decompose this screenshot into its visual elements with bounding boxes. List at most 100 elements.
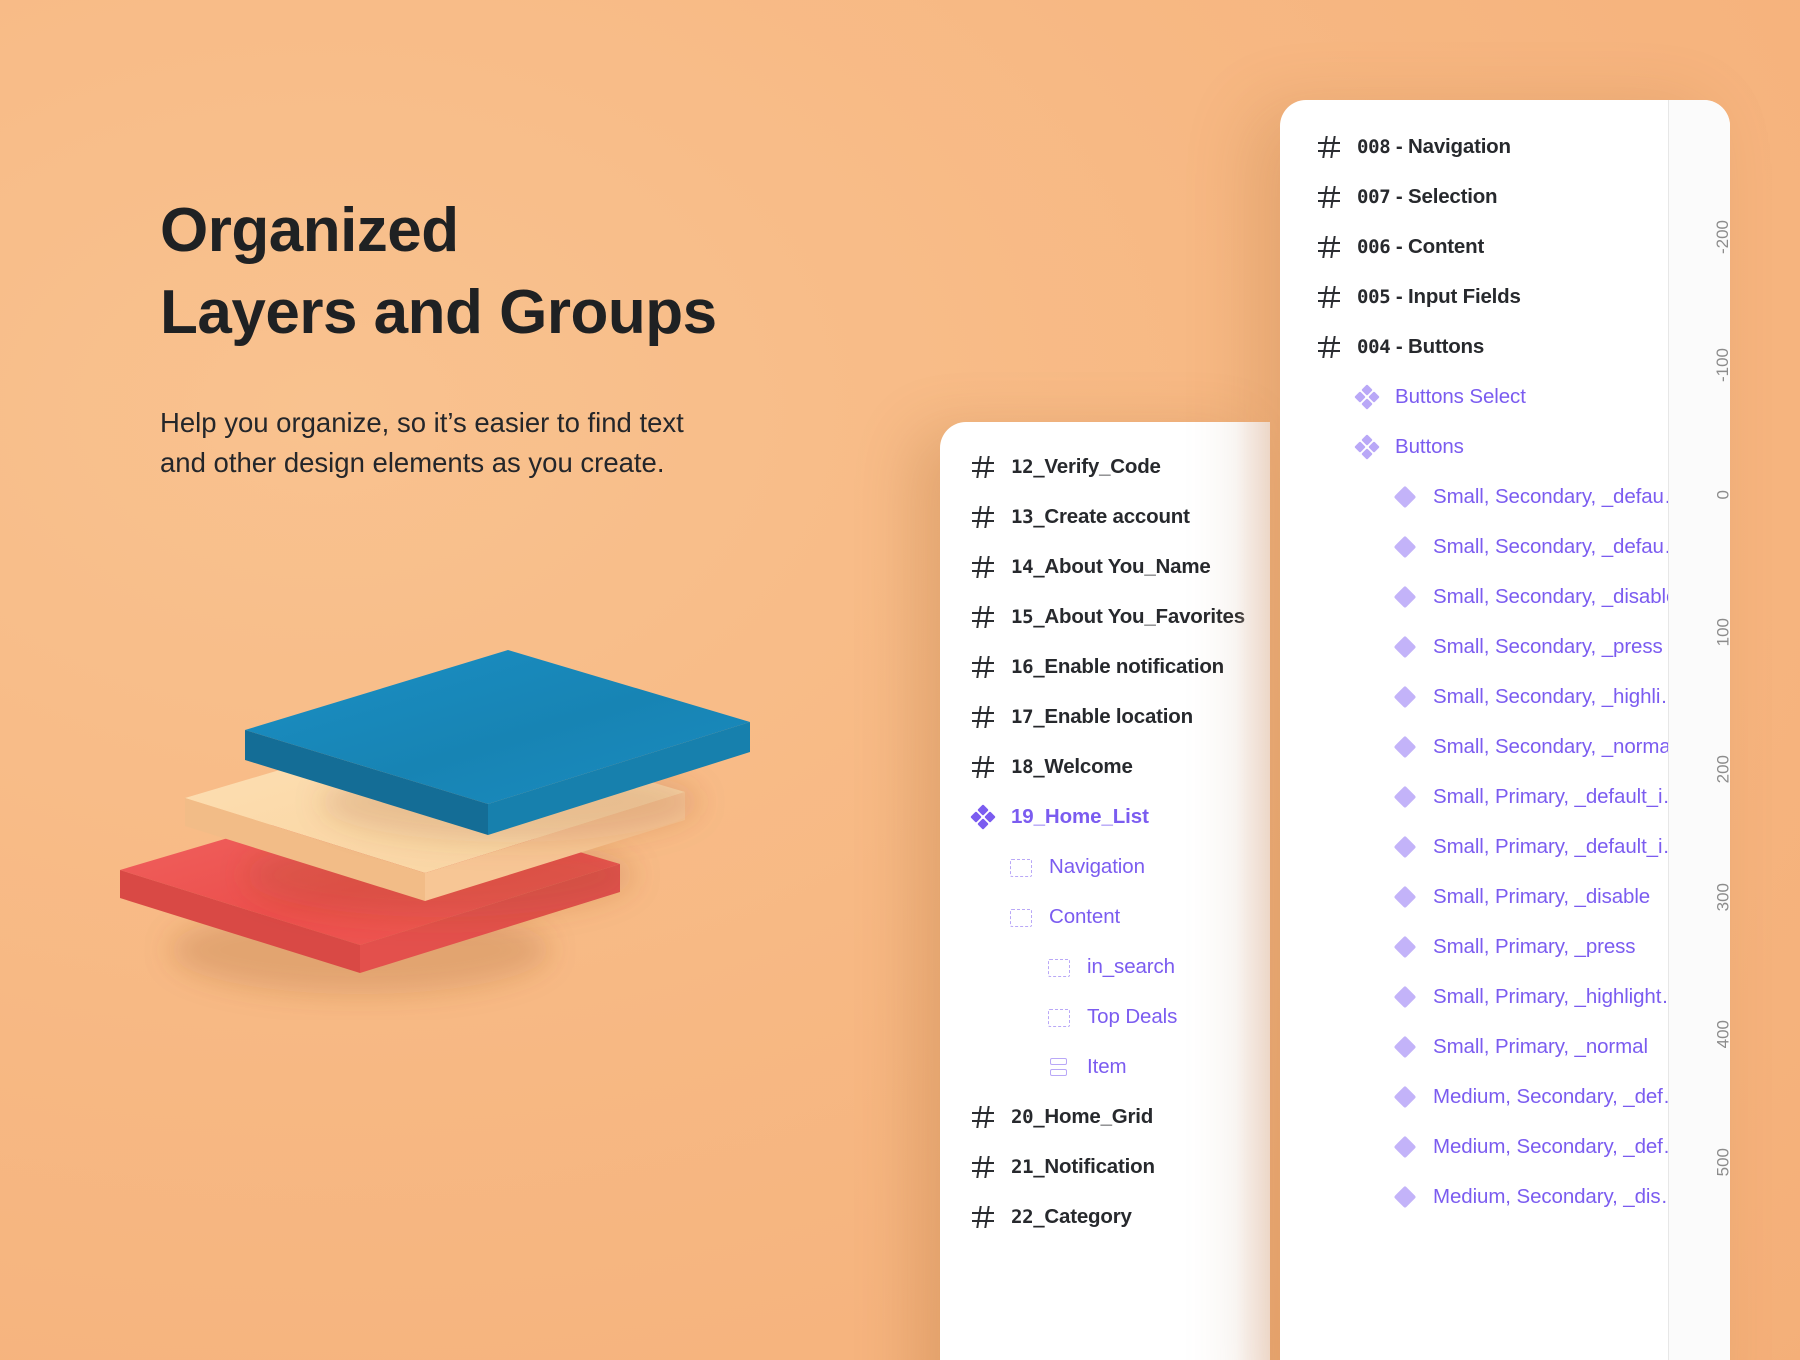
group-dashed-icon — [1048, 1009, 1070, 1027]
screenshot-root: Organized Layers and Groups Help you org… — [0, 0, 1800, 1360]
tree-row-label: Medium, Secondary, _dis… — [1433, 1185, 1681, 1209]
frame-hash-icon — [972, 1106, 994, 1128]
tree-row[interactable]: Small, Primary, _press — [1280, 922, 1730, 972]
component-set-icon — [1356, 436, 1378, 458]
tree-row[interactable]: 20_Home_Grid — [940, 1092, 1270, 1142]
tree-row-label: Small, Primary, _normal — [1433, 1035, 1648, 1059]
tree-row[interactable]: Small, Primary, _highlight… — [1280, 972, 1730, 1022]
frame-hash-icon — [972, 706, 994, 728]
component-instance-icon — [1394, 786, 1416, 808]
tree-row-label: 14_About You_Name — [1011, 555, 1211, 579]
tree-row[interactable]: 21_Notification — [940, 1142, 1270, 1192]
component-instance-icon — [1394, 736, 1416, 758]
frame-hash-icon — [972, 456, 994, 478]
component-instance-icon — [1394, 1136, 1416, 1158]
tree-row[interactable]: Medium, Secondary, _dis… — [1280, 1172, 1730, 1222]
stacked-layers-illustration — [110, 620, 770, 1020]
tree-row[interactable]: Content — [940, 892, 1270, 942]
frame-hash-icon — [972, 556, 994, 578]
ruler-tick: 400 — [1713, 1020, 1730, 1048]
component-instance-icon — [1394, 536, 1416, 558]
ruler-tick: 500 — [1713, 1148, 1730, 1176]
tree-row[interactable]: Small, Secondary, _disable — [1280, 572, 1730, 622]
frame-hash-icon — [972, 1206, 994, 1228]
tree-row-label: 22_Category — [1011, 1205, 1132, 1229]
tree-row-label: 15_About You_Favorites — [1011, 605, 1245, 629]
tree-row[interactable]: Small, Primary, _disable — [1280, 872, 1730, 922]
auto-layout-stack-icon — [1048, 1056, 1070, 1078]
tree-row[interactable]: Small, Secondary, _defau… — [1280, 522, 1730, 572]
tree-row[interactable]: Small, Primary, _default_i… — [1280, 822, 1730, 872]
tree-row[interactable]: 006 - Content — [1280, 222, 1730, 272]
frame-hash-icon — [1318, 286, 1340, 308]
tree-row[interactable]: Buttons Select — [1280, 372, 1730, 422]
page-title: Organized Layers and Groups — [160, 190, 860, 355]
tree-row-label: Medium, Secondary, _def… — [1433, 1135, 1683, 1159]
tree-row[interactable]: Small, Secondary, _defau… — [1280, 472, 1730, 522]
tree-row-label: Small, Secondary, _defau… — [1433, 485, 1684, 509]
tree-row[interactable]: Small, Secondary, _normal — [1280, 722, 1730, 772]
tree-row[interactable]: 18_Welcome — [940, 742, 1270, 792]
tree-row-label: Small, Primary, _highlight… — [1433, 985, 1682, 1009]
tree-row[interactable]: 22_Category — [940, 1192, 1270, 1242]
tree-row-label: Small, Secondary, _press — [1433, 635, 1663, 659]
tree-row[interactable]: in_search — [940, 942, 1270, 992]
component-instance-icon — [1394, 686, 1416, 708]
tree-row[interactable]: 14_About You_Name — [940, 542, 1270, 592]
tree-row[interactable]: 005 - Input Fields — [1280, 272, 1730, 322]
tree-row[interactable]: Small, Primary, _default_i… — [1280, 772, 1730, 822]
hero-section: Organized Layers and Groups Help you org… — [160, 190, 860, 484]
vertical-ruler[interactable]: -200-1000100200300400500 — [1668, 100, 1730, 1360]
ruler-tick: 300 — [1713, 883, 1730, 911]
tree-row[interactable]: Medium, Secondary, _def… — [1280, 1072, 1730, 1122]
tree-row-label: 005 - Input Fields — [1357, 285, 1521, 309]
tree-row[interactable]: Item — [940, 1042, 1270, 1092]
tree-row-label: Small, Primary, _default_i… — [1433, 785, 1683, 809]
tree-row-label: 13_Create account — [1011, 505, 1190, 529]
tree-row[interactable]: Navigation — [940, 842, 1270, 892]
tree-row[interactable]: Small, Secondary, _press — [1280, 622, 1730, 672]
ruler-tick: 100 — [1713, 618, 1730, 646]
components-panel[interactable]: 008 - Navigation007 - Selection 006 - Con… — [1280, 100, 1730, 1360]
frame-hash-icon — [1318, 336, 1340, 358]
ruler-tick: 200 — [1713, 755, 1730, 783]
tree-row-label: Small, Primary, _press — [1433, 935, 1635, 959]
frame-hash-icon — [972, 506, 994, 528]
tree-row-label: Top Deals — [1087, 1005, 1177, 1029]
tree-row[interactable]: Buttons — [1280, 422, 1730, 472]
tree-row[interactable]: 004 - Buttons — [1280, 322, 1730, 372]
tree-row[interactable]: 16_Enable notification — [940, 642, 1270, 692]
tree-row-label: Small, Secondary, _normal — [1433, 735, 1675, 759]
frame-hash-icon — [1318, 236, 1340, 258]
tree-row[interactable]: Small, Secondary, _highli… — [1280, 672, 1730, 722]
frame-hash-icon — [972, 1156, 994, 1178]
frame-hash-icon — [972, 606, 994, 628]
tree-row-label: 16_Enable notification — [1011, 655, 1224, 679]
component-set-icon — [1356, 386, 1378, 408]
component-instance-icon — [1394, 586, 1416, 608]
tree-row[interactable]: 13_Create account — [940, 492, 1270, 542]
tree-row[interactable]: Small, Primary, _normal — [1280, 1022, 1730, 1072]
frame-hash-icon — [972, 656, 994, 678]
components-tree: 008 - Navigation007 - Selection 006 - Con… — [1280, 100, 1730, 1222]
tree-row[interactable]: 17_Enable location — [940, 692, 1270, 742]
tree-row[interactable]: 12_Verify_Code — [940, 442, 1270, 492]
tree-row-label: Buttons Select — [1395, 385, 1526, 409]
tree-row-label: 12_Verify_Code — [1011, 455, 1161, 479]
group-dashed-icon — [1048, 959, 1070, 977]
tree-row[interactable]: Medium, Secondary, _def… — [1280, 1122, 1730, 1172]
tree-row[interactable]: 15_About You_Favorites — [940, 592, 1270, 642]
group-dashed-icon — [1010, 859, 1032, 877]
layers-svg — [110, 620, 770, 1020]
tree-row[interactable]: Top Deals — [940, 992, 1270, 1042]
tree-row-label: 006 - Content — [1357, 235, 1484, 259]
tree-row[interactable]: 19_Home_List — [940, 792, 1270, 842]
tree-row-label: Small, Secondary, _defau… — [1433, 535, 1684, 559]
layers-panel[interactable]: 12_Verify_Code 13_Create account 14_About … — [940, 422, 1270, 1360]
component-instance-icon — [1394, 986, 1416, 1008]
frame-hash-icon — [1318, 186, 1340, 208]
tree-row[interactable]: 008 - Navigation — [1280, 122, 1730, 172]
tree-row-label: 17_Enable location — [1011, 705, 1193, 729]
group-dashed-icon — [1010, 909, 1032, 927]
tree-row[interactable]: 007 - Selection — [1280, 172, 1730, 222]
